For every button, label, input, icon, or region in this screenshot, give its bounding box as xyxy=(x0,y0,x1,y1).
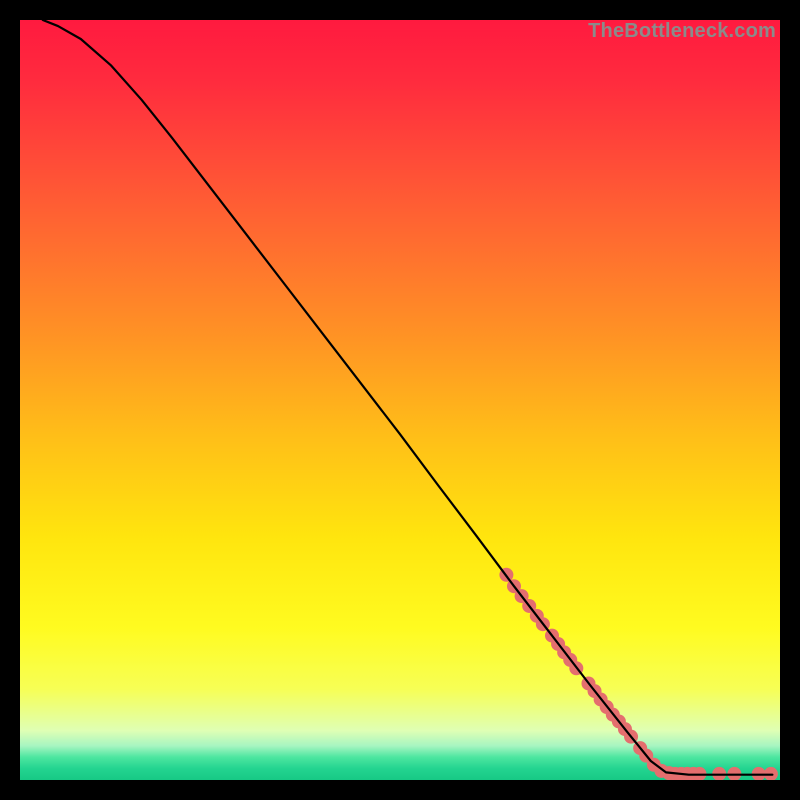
bottleneck-chart xyxy=(20,20,780,780)
watermark-text: TheBottleneck.com xyxy=(588,20,776,43)
gradient-background xyxy=(20,20,780,780)
chart-frame: TheBottleneck.com xyxy=(20,20,780,780)
